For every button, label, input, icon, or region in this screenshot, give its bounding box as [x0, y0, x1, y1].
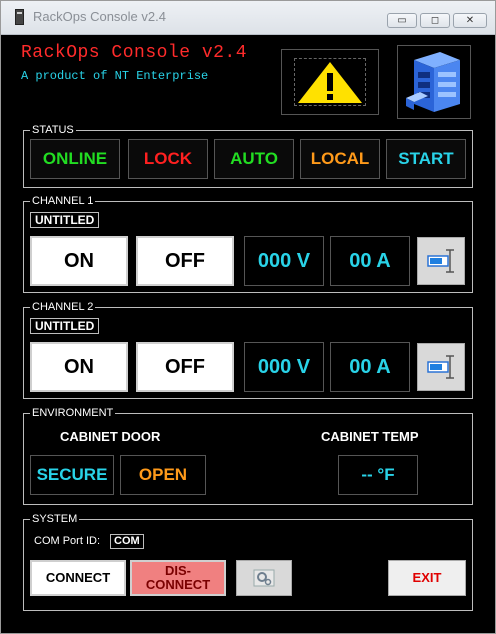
close-button[interactable]: ✕: [453, 13, 487, 28]
disconnect-label-line-2: CONNECT: [145, 577, 211, 592]
cabinet-temp-readout: -- °F: [338, 455, 418, 495]
door-open-indicator: OPEN: [120, 455, 206, 495]
com-port-label: COM Port ID:: [34, 535, 101, 547]
slider-icon: [427, 249, 454, 273]
channel-1-off-button[interactable]: OFF: [136, 236, 234, 286]
app-title: RackOps Console v2.4: [21, 43, 248, 63]
lock-button[interactable]: LOCK: [128, 139, 208, 179]
maximize-button[interactable]: ◻: [420, 13, 450, 28]
slider-icon: [427, 355, 454, 379]
warning-icon: [298, 62, 362, 103]
environment-group: ENVIRONMENT CABINET DOOR CABINET TEMP SE…: [23, 406, 473, 505]
system-group-label: SYSTEM: [30, 512, 80, 526]
cabinet-temp-heading: CABINET TEMP: [321, 429, 419, 444]
start-button[interactable]: START: [386, 139, 466, 179]
channel-2-group: CHANNEL 2 UNTITLED ON OFF 000 V 00 A: [23, 300, 473, 399]
server-rack-icon: [406, 52, 460, 112]
channel-2-slider-button[interactable]: [417, 343, 465, 391]
exit-button[interactable]: EXIT: [388, 560, 466, 596]
channel-2-label: CHANNEL 2: [30, 300, 96, 314]
app-subtitle: A product of NT Enterprise: [21, 69, 209, 83]
cabinet-door-heading: CABINET DOOR: [60, 429, 161, 444]
channel-2-off-button[interactable]: OFF: [136, 342, 234, 392]
channel-1-label: CHANNEL 1: [30, 194, 96, 208]
door-secure-indicator: SECURE: [30, 455, 114, 495]
channel-1-current: 00 A: [330, 236, 410, 286]
system-group: SYSTEM COM Port ID: COM CONNECT DIS- CON…: [23, 512, 473, 611]
channel-1-name[interactable]: UNTITLED: [30, 212, 100, 228]
environment-group-label: ENVIRONMENT: [30, 406, 116, 420]
channel-2-voltage: 000 V: [244, 342, 324, 392]
channel-2-current: 00 A: [330, 342, 410, 392]
online-button[interactable]: ONLINE: [30, 139, 120, 179]
channel-2-on-button[interactable]: ON: [30, 342, 128, 392]
settings-icon: [253, 569, 275, 587]
title-bar[interactable]: RackOps Console v2.4 ▭ ◻ ✕: [1, 1, 495, 35]
disconnect-button[interactable]: DIS- CONNECT: [130, 560, 226, 596]
status-group-label: STATUS: [30, 123, 76, 137]
connect-button[interactable]: CONNECT: [30, 560, 126, 596]
status-group: STATUS ONLINE LOCK AUTO LOCAL START: [23, 123, 473, 188]
settings-button[interactable]: [236, 560, 292, 596]
channel-1-voltage: 000 V: [244, 236, 324, 286]
local-button[interactable]: LOCAL: [300, 139, 380, 179]
channel-1-on-button[interactable]: ON: [30, 236, 128, 286]
channel-1-slider-button[interactable]: [417, 237, 465, 285]
channel-2-name[interactable]: UNTITLED: [30, 318, 100, 334]
auto-button[interactable]: AUTO: [214, 139, 294, 179]
com-port-field[interactable]: COM: [110, 534, 144, 549]
app-window: RackOps Console v2.4 ▭ ◻ ✕ RackOps Conso…: [0, 0, 496, 634]
window-title: RackOps Console v2.4: [33, 9, 166, 24]
app-icon: [15, 9, 24, 25]
minimize-button[interactable]: ▭: [387, 13, 417, 28]
disconnect-label-line-1: DIS-: [165, 563, 191, 578]
rack-indicator: [397, 45, 471, 119]
warning-indicator: [281, 49, 379, 115]
channel-1-group: CHANNEL 1 UNTITLED ON OFF 000 V 00 A: [23, 194, 473, 293]
